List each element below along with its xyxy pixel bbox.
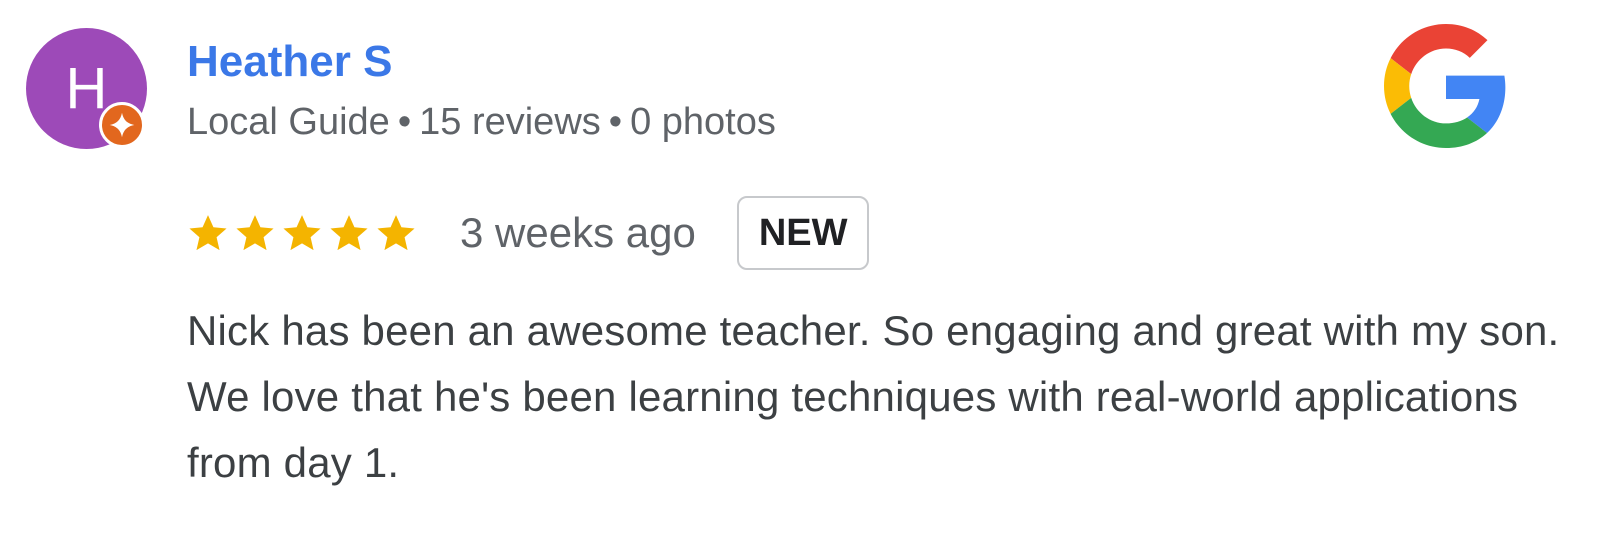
reviewer-photo-count: 0 photos <box>630 101 776 143</box>
review-card: H Heather S Local Guide • 15 reviews • 0 pho… <box>0 0 1600 533</box>
new-badge: NEW <box>736 196 870 270</box>
local-guide-badge <box>99 102 145 148</box>
avatar-initial: H <box>65 56 108 121</box>
reviewer-meta: Local Guide • 15 reviews • 0 photos <box>187 99 776 145</box>
star-icon <box>283 215 321 251</box>
meta-separator: • <box>397 101 412 143</box>
meta-separator: • <box>608 101 623 143</box>
star-icon <box>330 215 368 251</box>
review-text: Nick has been an awesome teacher. So eng… <box>187 307 1560 486</box>
rating-row: 3 weeks ago NEW <box>187 196 870 270</box>
reviewer-name-link[interactable]: Heather S <box>187 36 392 88</box>
google-logo-icon <box>1384 24 1506 148</box>
local-guide-star-icon <box>109 112 135 138</box>
star-rating <box>187 196 422 270</box>
review-time: 3 weeks ago <box>460 209 696 256</box>
reviewer-level: Local Guide <box>187 101 390 143</box>
star-icon <box>377 215 415 251</box>
reviewer-review-count: 15 reviews <box>419 101 601 143</box>
star-icon <box>236 215 274 251</box>
star-icon <box>189 215 227 251</box>
